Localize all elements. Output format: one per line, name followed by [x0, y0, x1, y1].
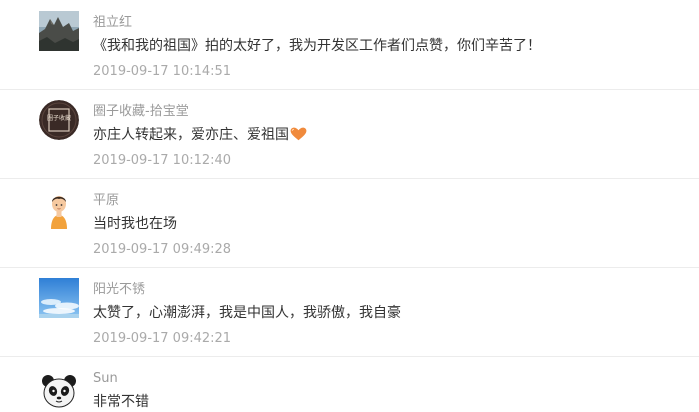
- comment-list: 祖立红 《我和我的祖国》拍的太好了，我为开发区工作者们点赞，你们辛苦了！ 201…: [0, 0, 699, 411]
- comment-item: 平原 当时我也在场 2019-09-17 09:49:28: [0, 178, 699, 268]
- comment-text: 非常不错: [93, 394, 149, 410]
- comment-item: 祖立红 《我和我的祖国》拍的太好了，我为开发区工作者们点赞，你们辛苦了！ 201…: [0, 0, 699, 90]
- timestamp: 2019-09-17 10:12:40: [93, 153, 232, 168]
- username[interactable]: 圈子收藏-拾宝堂: [93, 103, 189, 120]
- username[interactable]: Sun: [93, 370, 118, 387]
- timestamp: 2019-09-17 09:42:21: [93, 331, 232, 346]
- cartoon-person-icon[interactable]: [39, 189, 79, 229]
- mountain-photo-icon[interactable]: [39, 11, 79, 51]
- collection-badge-icon[interactable]: 圈子收藏: [39, 100, 79, 140]
- sky-photo-icon[interactable]: [39, 278, 79, 318]
- comment-text: 《我和我的祖国》拍的太好了，我为开发区工作者们点赞，你们辛苦了！: [93, 38, 541, 54]
- panda-icon[interactable]: [39, 371, 79, 411]
- timestamp: 2019-09-17 10:14:51: [93, 64, 232, 79]
- comment-item: 阳光不锈 太赞了，心潮澎湃，我是中国人，我骄傲，我自豪 2019-09-17 0…: [0, 267, 699, 357]
- username[interactable]: 祖立红: [93, 14, 132, 31]
- username[interactable]: 平原: [93, 192, 119, 209]
- comment-text-row: 亦庄人转起来，爱亦庄、爱祖国: [93, 126, 307, 145]
- comment-text: 亦庄人转起来，爱亦庄、爱祖国: [93, 127, 289, 143]
- username[interactable]: 阳光不锈: [93, 281, 145, 298]
- comment-text: 太赞了，心潮澎湃，我是中国人，我骄傲，我自豪: [93, 305, 401, 321]
- avatar-text: 圈子收藏: [47, 114, 71, 122]
- heart-emoji-icon: [290, 127, 307, 141]
- comment-item: 圈子收藏 圈子收藏-拾宝堂 亦庄人转起来，爱亦庄、爱祖国 2019-09-17 …: [0, 89, 699, 179]
- comment-item: Sun 非常不错: [0, 356, 699, 411]
- comment-text: 当时我也在场: [93, 216, 177, 232]
- timestamp: 2019-09-17 09:49:28: [93, 242, 232, 257]
